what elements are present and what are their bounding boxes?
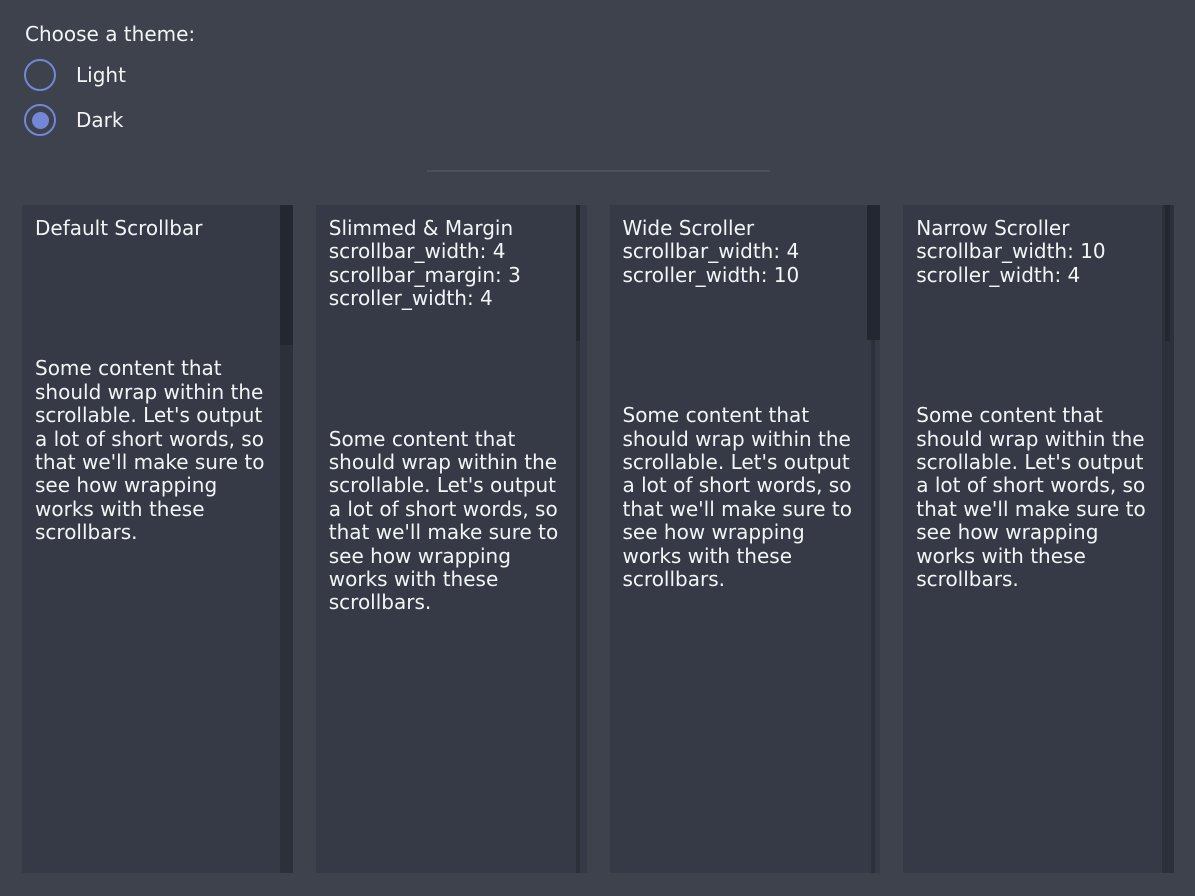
radio-selected-dot-icon <box>32 112 49 129</box>
card-title: Slimmed & Margin scrollbar_width: 4 scro… <box>329 217 574 311</box>
scrollbar-thumb[interactable] <box>1165 205 1170 341</box>
scrollable-default[interactable]: Default Scrollbar Some content that shou… <box>22 205 293 873</box>
card-text: Some content that should wrap within the… <box>623 404 861 591</box>
scrollable-slimmed-margin[interactable]: Slimmed & Margin scrollbar_width: 4 scro… <box>316 205 587 873</box>
radio-circle-icon[interactable] <box>24 104 56 136</box>
scrollbar-thumb[interactable] <box>867 205 880 340</box>
section-divider <box>427 170 770 172</box>
card-content-area: Slimmed & Margin scrollbar_width: 4 scro… <box>316 205 587 615</box>
card-title: Narrow Scroller scrollbar_width: 10 scro… <box>916 217 1161 287</box>
scrollbar-thumb[interactable] <box>280 205 293 345</box>
theme-prompt: Choose a theme: <box>25 23 195 46</box>
radio-label-light: Light <box>76 64 126 87</box>
card-text: Some content that should wrap within the… <box>329 428 567 615</box>
scrollable-wide-scroller[interactable]: Wide Scroller scrollbar_width: 4 scrolle… <box>610 205 881 873</box>
radio-option-light[interactable]: Light <box>24 59 126 91</box>
card-title: Default Scrollbar <box>35 217 280 240</box>
radio-circle-icon[interactable] <box>24 59 56 91</box>
radio-option-dark[interactable]: Dark <box>24 104 123 136</box>
card-text: Some content that should wrap within the… <box>916 404 1154 591</box>
scrollable-examples-row: Default Scrollbar Some content that shou… <box>22 205 1174 873</box>
card-content-area: Narrow Scroller scrollbar_width: 10 scro… <box>903 205 1174 591</box>
scrollbar-thumb[interactable] <box>576 205 580 341</box>
card-title: Wide Scroller scrollbar_width: 4 scrolle… <box>623 217 868 287</box>
card-content-area: Wide Scroller scrollbar_width: 4 scrolle… <box>610 205 881 591</box>
card-text: Some content that should wrap within the… <box>35 357 273 544</box>
card-content-area: Default Scrollbar Some content that shou… <box>22 205 293 545</box>
radio-label-dark: Dark <box>76 109 123 132</box>
scrollable-narrow-scroller[interactable]: Narrow Scroller scrollbar_width: 10 scro… <box>903 205 1174 873</box>
